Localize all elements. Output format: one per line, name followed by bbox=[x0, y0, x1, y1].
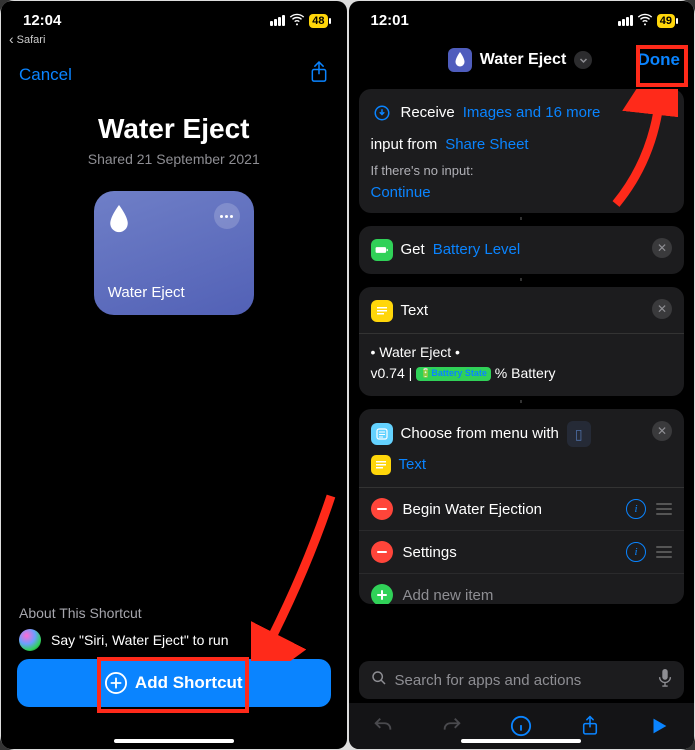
delete-action-icon[interactable]: ✕ bbox=[652, 238, 672, 258]
action-receive[interactable]: Receive Images and 16 more input from Sh… bbox=[359, 89, 685, 213]
receive-icon bbox=[371, 102, 393, 124]
screenshot-add-shortcut: 12:04 48 Safari Cancel Water Eject bbox=[1, 1, 347, 749]
about-title: About This Shortcut bbox=[19, 605, 329, 621]
menu-item[interactable]: Begin Water Ejection i bbox=[359, 488, 685, 530]
info-icon[interactable]: i bbox=[626, 542, 646, 562]
action-choose-menu[interactable]: Choose from menu with ▯ ✕ Text Begin Wat… bbox=[359, 409, 685, 604]
add-shortcut-label: Add Shortcut bbox=[135, 673, 243, 693]
water-drop-icon bbox=[108, 205, 130, 233]
share-button[interactable] bbox=[578, 715, 602, 737]
search-placeholder: Search for apps and actions bbox=[395, 672, 651, 689]
back-to-safari[interactable]: Safari bbox=[1, 30, 347, 46]
action-get-battery[interactable]: Get Battery Level ✕ bbox=[359, 226, 685, 274]
card-menu-icon[interactable] bbox=[214, 203, 240, 229]
drag-handle-icon[interactable] bbox=[656, 546, 672, 558]
card-label: Water Eject bbox=[108, 284, 240, 301]
text-var-icon bbox=[371, 455, 391, 475]
menu-var[interactable]: ▯ bbox=[567, 421, 591, 447]
input-source[interactable]: Share Sheet bbox=[445, 133, 528, 157]
menu-item-add[interactable]: Add new item bbox=[359, 573, 685, 604]
battery-icon: 48 bbox=[309, 14, 330, 28]
menu-item[interactable]: Settings i bbox=[359, 530, 685, 573]
chevron-down-icon[interactable] bbox=[574, 51, 592, 69]
text-body[interactable]: • Water Eject • v0.74 | 🔋Battery State %… bbox=[371, 334, 673, 384]
shortcut-card[interactable]: Water Eject bbox=[94, 191, 254, 315]
shared-date: Shared 21 September 2021 bbox=[88, 151, 260, 167]
text-badge-icon bbox=[371, 300, 393, 322]
home-indicator[interactable] bbox=[114, 739, 234, 743]
get-target[interactable]: Battery Level bbox=[433, 238, 521, 262]
no-input-label: If there's no input: bbox=[371, 163, 673, 178]
siri-hint: Say "Siri, Water Eject" to run bbox=[19, 629, 329, 651]
cancel-button[interactable]: Cancel bbox=[19, 65, 72, 85]
status-time: 12:04 bbox=[23, 12, 61, 29]
redo-button[interactable] bbox=[440, 715, 464, 737]
home-indicator[interactable] bbox=[461, 739, 581, 743]
shortcut-name: Water Eject bbox=[480, 51, 567, 69]
remove-icon[interactable] bbox=[371, 498, 393, 520]
add-icon[interactable] bbox=[371, 584, 393, 604]
done-button[interactable]: Done bbox=[637, 50, 680, 70]
info-icon[interactable]: i bbox=[626, 499, 646, 519]
shortcut-header[interactable]: Water Eject bbox=[448, 48, 593, 72]
action-text[interactable]: Text ✕ • Water Eject • v0.74 | 🔋Battery … bbox=[359, 287, 685, 396]
wifi-icon bbox=[289, 11, 305, 30]
menu-badge-icon bbox=[371, 423, 393, 445]
shortcut-title: Water Eject bbox=[98, 113, 249, 145]
run-button[interactable] bbox=[647, 715, 671, 737]
cellular-icon bbox=[618, 15, 633, 26]
search-icon bbox=[371, 670, 387, 691]
input-types[interactable]: Images and 16 more bbox=[463, 101, 601, 125]
delete-action-icon[interactable]: ✕ bbox=[652, 421, 672, 441]
mic-icon[interactable] bbox=[658, 669, 672, 692]
siri-icon bbox=[19, 629, 41, 651]
no-input-action[interactable]: Continue bbox=[371, 184, 673, 201]
battery-state-var[interactable]: 🔋Battery State bbox=[416, 367, 491, 381]
remove-icon[interactable] bbox=[371, 541, 393, 563]
siri-text: Say "Siri, Water Eject" to run bbox=[51, 632, 228, 648]
cellular-icon bbox=[270, 15, 285, 26]
add-shortcut-button[interactable]: Add Shortcut bbox=[17, 659, 331, 707]
battery-badge-icon bbox=[371, 239, 393, 261]
share-icon[interactable] bbox=[309, 60, 329, 89]
search-bar[interactable]: Search for apps and actions bbox=[359, 661, 685, 699]
plus-circle-icon bbox=[105, 672, 127, 694]
battery-icon: 49 bbox=[657, 14, 678, 28]
delete-action-icon[interactable]: ✕ bbox=[652, 299, 672, 319]
shortcut-header-icon bbox=[448, 48, 472, 72]
status-bar: 12:01 49 bbox=[349, 1, 695, 32]
drag-handle-icon[interactable] bbox=[656, 503, 672, 515]
wifi-icon bbox=[637, 11, 653, 30]
screenshot-edit-shortcut: 12:01 49 Water Eject bbox=[349, 1, 695, 749]
info-button[interactable] bbox=[509, 715, 533, 737]
status-bar: 12:04 48 bbox=[1, 1, 347, 32]
status-time: 12:01 bbox=[371, 12, 409, 29]
undo-button[interactable] bbox=[371, 715, 395, 737]
